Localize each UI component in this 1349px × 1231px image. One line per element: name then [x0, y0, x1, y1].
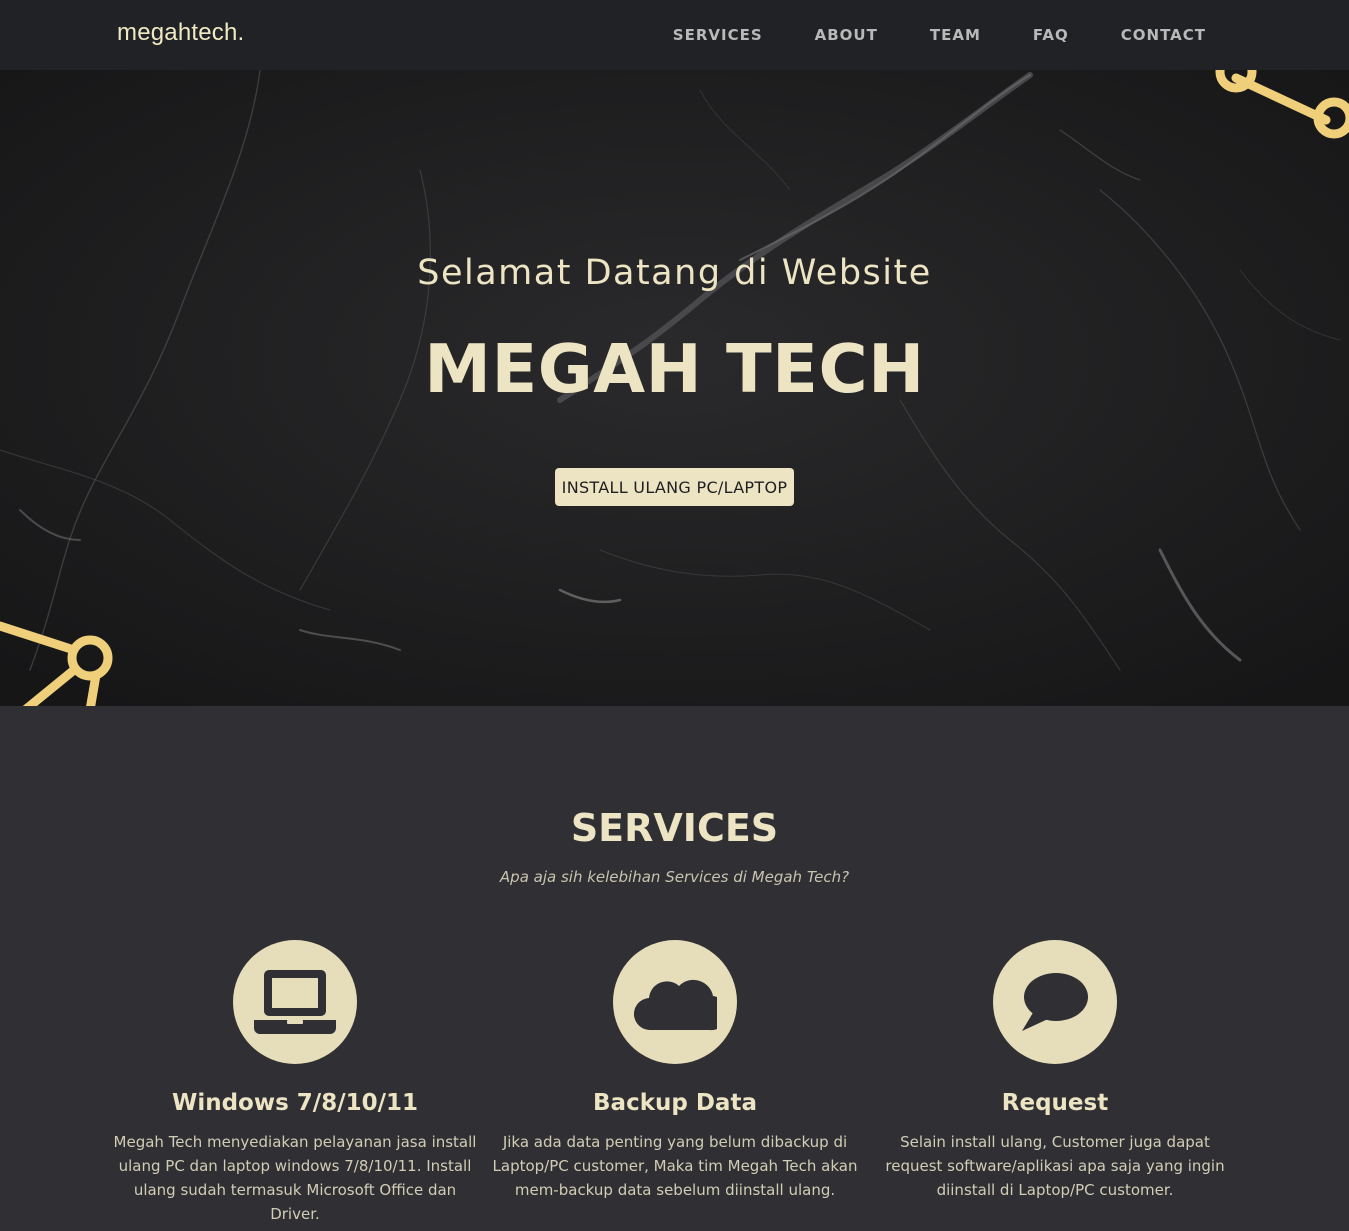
brand-logo[interactable]: megahtech. [117, 19, 244, 47]
nav-link-contact[interactable]: CONTACT [1121, 26, 1206, 44]
service-card-backup: Backup Data Jika ada data penting yang b… [485, 940, 865, 1202]
service-title: Backup Data [593, 1090, 757, 1116]
hero-title: MEGAH TECH [424, 330, 925, 408]
cloud-icon [634, 979, 717, 1031]
service-description: Jika ada data penting yang belum dibacku… [492, 1133, 858, 1199]
service-icon-circle [233, 940, 357, 1064]
service-description: Megah Tech menyediakan pelayanan jasa in… [113, 1133, 477, 1223]
services-subheading: Apa aja sih kelebihan Services di Megah … [499, 868, 850, 886]
services-section: SERVICES Apa aja sih kelebihan Services … [0, 706, 1349, 1231]
hero-section: Selamat Datang di Website MEGAH TECH INS… [0, 70, 1349, 706]
chat-bubble-icon [1022, 973, 1088, 1031]
nav-link-team[interactable]: TEAM [930, 26, 981, 44]
service-title: Request [1001, 1090, 1109, 1116]
service-card-request: Request Selain install ulang, Customer j… [865, 940, 1245, 1202]
hero-subtitle: Selamat Datang di Website [417, 253, 932, 293]
nav-link-services[interactable]: SERVICES [673, 26, 763, 44]
nav-links: SERVICES ABOUT TEAM FAQ CONTACT [673, 0, 1206, 70]
service-icon-circle [993, 940, 1117, 1064]
nav-link-faq[interactable]: FAQ [1033, 26, 1069, 44]
install-ulang-button[interactable]: INSTALL ULANG PC/LAPTOP [555, 468, 794, 506]
service-description: Selain install ulang, Customer juga dapa… [885, 1133, 1225, 1199]
service-title: Windows 7/8/10/11 [171, 1090, 419, 1116]
nav-link-about[interactable]: ABOUT [815, 26, 878, 44]
service-icon-circle [613, 940, 737, 1064]
laptop-icon [254, 970, 336, 1034]
navbar: megahtech. SERVICES ABOUT TEAM FAQ CONTA… [0, 0, 1349, 70]
services-heading: SERVICES [570, 806, 779, 850]
service-card-windows: Windows 7/8/10/11 Megah Tech menyediakan… [105, 940, 485, 1226]
